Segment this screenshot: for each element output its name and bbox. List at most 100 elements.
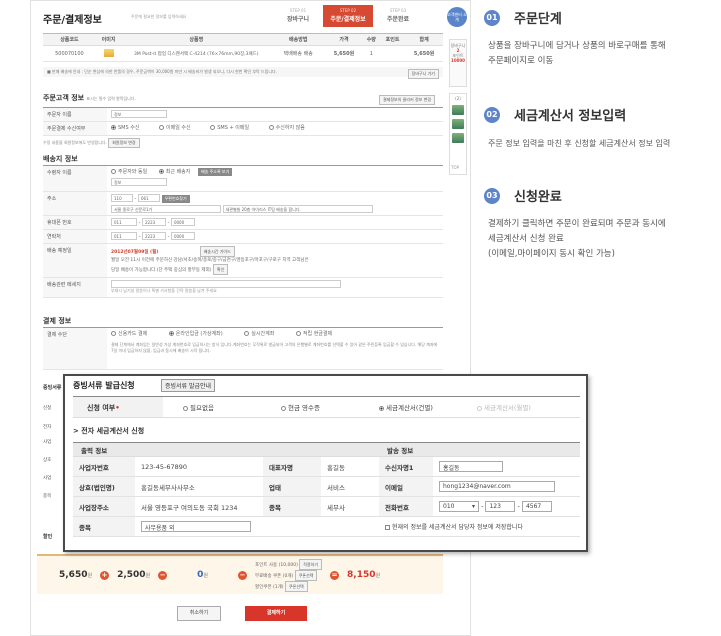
- orderer-name-input[interactable]: 정보: [111, 110, 167, 118]
- radio-invoice-per-order[interactable]: [379, 405, 384, 411]
- phone-prefix-select[interactable]: 010 ▾: [439, 501, 479, 512]
- order-steps: STEP 01 장바구니 STEP 02 주문/결제정보 STEP 03 주문완료: [273, 5, 423, 27]
- payment-totals: 5,650원 + 2,500원 − 0원 − 포인트 사용 (10,000) 적…: [37, 554, 443, 594]
- phone-prefix-select[interactable]: 011: [111, 218, 137, 226]
- radio-email[interactable]: [159, 125, 165, 130]
- customer-center-badge[interactable]: 고객센터 소개: [447, 7, 467, 27]
- product-table: 상품코드 이미지 상품명 배송방법 가격 수량 포인트 합계 500070100 3M …: [43, 33, 443, 62]
- shipping-notice: ■ 판매 배송에 안내 : 단순 변심에 의한 반품의 경우, 주문금액이 30…: [43, 67, 443, 79]
- member-update-note: 수정 내용을 회원정보에도 반영합니다. 회원정보 변경: [43, 138, 140, 148]
- side-recent-products[interactable]: (2): [449, 93, 467, 175]
- radio-cash[interactable]: [295, 331, 301, 336]
- cancel-button[interactable]: 취소하기: [177, 606, 221, 621]
- payment-form: 결제 수단 신용카드 결제 온라인입금 (가상계좌) 실시간계좌 적립 현금결제…: [43, 327, 443, 370]
- radio-sms-email[interactable]: [210, 125, 216, 130]
- address-book-button[interactable]: 배송 주소록 보기: [197, 168, 233, 176]
- stub-label: 종목: [43, 494, 52, 499]
- stub-label: 사업: [43, 440, 52, 445]
- stub-label: 상호: [43, 458, 52, 463]
- payment-section-title: 결제 정보: [43, 317, 72, 325]
- delivery-form: 수령자 이름 주문자와 동일 최근 배송지 배송 주소록 보기 정보 주소 11…: [43, 165, 443, 298]
- step-complete: STEP 03 주문완료: [386, 8, 410, 23]
- e-invoice-subtitle: > 전자 세금계산서 신청: [73, 427, 145, 435]
- save-info-checkbox[interactable]: [385, 525, 390, 530]
- address2-input[interactable]: 세관별빌 20층 아이리스 IT팀 배송을 합니다.: [222, 204, 373, 213]
- radio-sms[interactable]: [111, 125, 116, 130]
- page-title: 주문/결제정보: [43, 15, 102, 26]
- step-explain-3: 03 신청완료 결제하기 클릭하면 주문이 완료되며 주문과 동시에 세금계산서 …: [484, 186, 718, 262]
- product-thumb[interactable]: [452, 119, 464, 129]
- delivery-memo-input[interactable]: [111, 280, 341, 288]
- change-info-button[interactable]: 결제정보의 클리커 정보 변경: [379, 95, 435, 105]
- tel-last-input[interactable]: 0000: [170, 232, 195, 240]
- radio-cash-receipt[interactable]: [281, 405, 286, 411]
- guide-button[interactable]: 증빙서류 발급안내: [161, 379, 216, 392]
- recipient-name-input[interactable]: 정보: [111, 178, 167, 186]
- step-explain-1: 01 주문단계 상품을 장바구니에 담거나 상품의 바로구매를 통해 주문페이지로…: [484, 8, 718, 69]
- tax-invoice-dialog: 증빙서류 발급신청 증빙서류 발급안내 신청 여부• 필요없음 현금 영수증 세…: [63, 374, 588, 552]
- zip2-input[interactable]: 061: [137, 194, 160, 202]
- member-update-button[interactable]: 회원정보 변경: [108, 138, 140, 148]
- tel-mid-input[interactable]: 2223: [141, 232, 166, 240]
- stub-label: 신청: [43, 406, 52, 411]
- radio-card[interactable]: [111, 331, 116, 336]
- plus-icon: +: [100, 570, 110, 580]
- equals-icon: =: [330, 570, 340, 580]
- stub-label: 할인: [43, 534, 53, 540]
- invoice-info-table: 출력 정보 발송 정보 사업자번호 123-45-67890 대표자명 홍길동 …: [73, 442, 580, 537]
- step-number-badge: 02: [484, 106, 500, 123]
- delivery-section-title: 배송지 정보: [43, 155, 78, 163]
- orderer-section-title: 주문고객 정보 표시는 필수 입력 항목입니다.: [43, 94, 136, 102]
- zip-search-button[interactable]: 우편번호찾기: [161, 194, 190, 203]
- table-row: 사업장주소 서울 영등포구 여의도동 국회 1234 종목 세무사 전화번호 0…: [73, 496, 580, 517]
- apply-row: 신청 여부• 필요없음 현금 영수증 세금계산서(건별) 세금계산서(월별): [73, 396, 580, 418]
- radio-realtime-transfer[interactable]: [244, 331, 250, 336]
- zip1-input[interactable]: 110: [111, 194, 133, 202]
- radio-invoice-monthly[interactable]: [477, 405, 482, 411]
- discount-total: 0원: [197, 570, 209, 580]
- delivery-time-guide-button[interactable]: 배송시간 가이드: [199, 246, 235, 257]
- confirm-button[interactable]: 확인: [212, 264, 229, 275]
- phone-mid-input[interactable]: 2223: [141, 218, 166, 226]
- tel-prefix-input[interactable]: 011: [111, 232, 137, 240]
- step-heading: 주문단계: [514, 12, 562, 27]
- discount-options: 포인트 사용 (10,000) 적용하기 무료배송 쿠폰 (0개) 쿠폰선택 할…: [255, 558, 323, 592]
- step-order-info: STEP 02 주문/결제정보: [323, 5, 373, 27]
- address1-input[interactable]: 서울 종로구 신문로1가: [111, 204, 221, 213]
- phone-last-input[interactable]: 0000: [170, 218, 195, 226]
- radio-same-as-orderer[interactable]: [111, 169, 116, 174]
- email-field[interactable]: hong1234@naver.com: [439, 481, 555, 492]
- product-thumb[interactable]: [452, 105, 464, 115]
- top-button[interactable]: TOP: [451, 165, 459, 170]
- product-thumb[interactable]: [452, 133, 464, 143]
- dialog-title: 증빙서류 발급신청: [73, 381, 135, 390]
- pay-button[interactable]: 결제하기: [245, 606, 307, 621]
- business-type-field[interactable]: 사무용품 외: [141, 521, 251, 532]
- discount-coupon-button[interactable]: 쿠폰선택: [284, 580, 308, 592]
- stub-label: 전자: [43, 425, 52, 430]
- minus-icon: −: [238, 570, 248, 580]
- stub-label: 사업: [43, 476, 52, 481]
- phone-mid-field[interactable]: 123: [485, 501, 516, 512]
- product-image[interactable]: [103, 48, 114, 57]
- step-number-badge: 03: [484, 187, 500, 204]
- page-subtitle: 주문에 필요한 정보를 입력하세요: [131, 14, 187, 19]
- free-ship-coupon-button[interactable]: 쿠폰선택: [294, 569, 318, 581]
- recipient-name-field[interactable]: 홍길동: [439, 461, 503, 472]
- radio-not-needed[interactable]: [183, 405, 188, 411]
- final-total: 8,150원: [347, 570, 381, 580]
- radio-none[interactable]: [268, 125, 274, 130]
- radio-recent-address[interactable]: [158, 169, 164, 174]
- step-heading: 세금계산서 정보입력: [514, 109, 627, 124]
- side-cart-widget[interactable]: 장바구니 2 포인트 10000: [449, 39, 467, 87]
- go-cart-button[interactable]: 장바구니 가기: [407, 69, 439, 79]
- phone-last-field[interactable]: 4567: [521, 501, 552, 512]
- table-row: 상호(법인명) 홍길동세무사사무소 업태 서비스 이메일 hong1234@na…: [73, 476, 580, 497]
- table-row: 500070100 3M Post-it 팝업 디스펜서팩 C-4214 (76…: [43, 45, 443, 62]
- orderer-form: 주문자 이름 정보 주문결제 수신여부 SMS 수신 이메일 수신 SMS + …: [43, 107, 443, 136]
- point-apply-button[interactable]: 적용하기: [299, 558, 323, 570]
- step-explain-2: 02 세금계산서 정보입력 주문 정보 입력을 마친 후 신청할 세금계산서 정…: [484, 105, 720, 151]
- minus-icon: −: [158, 570, 168, 580]
- radio-virtual-account[interactable]: [168, 331, 174, 336]
- stub-label: 증빙서류: [43, 385, 62, 391]
